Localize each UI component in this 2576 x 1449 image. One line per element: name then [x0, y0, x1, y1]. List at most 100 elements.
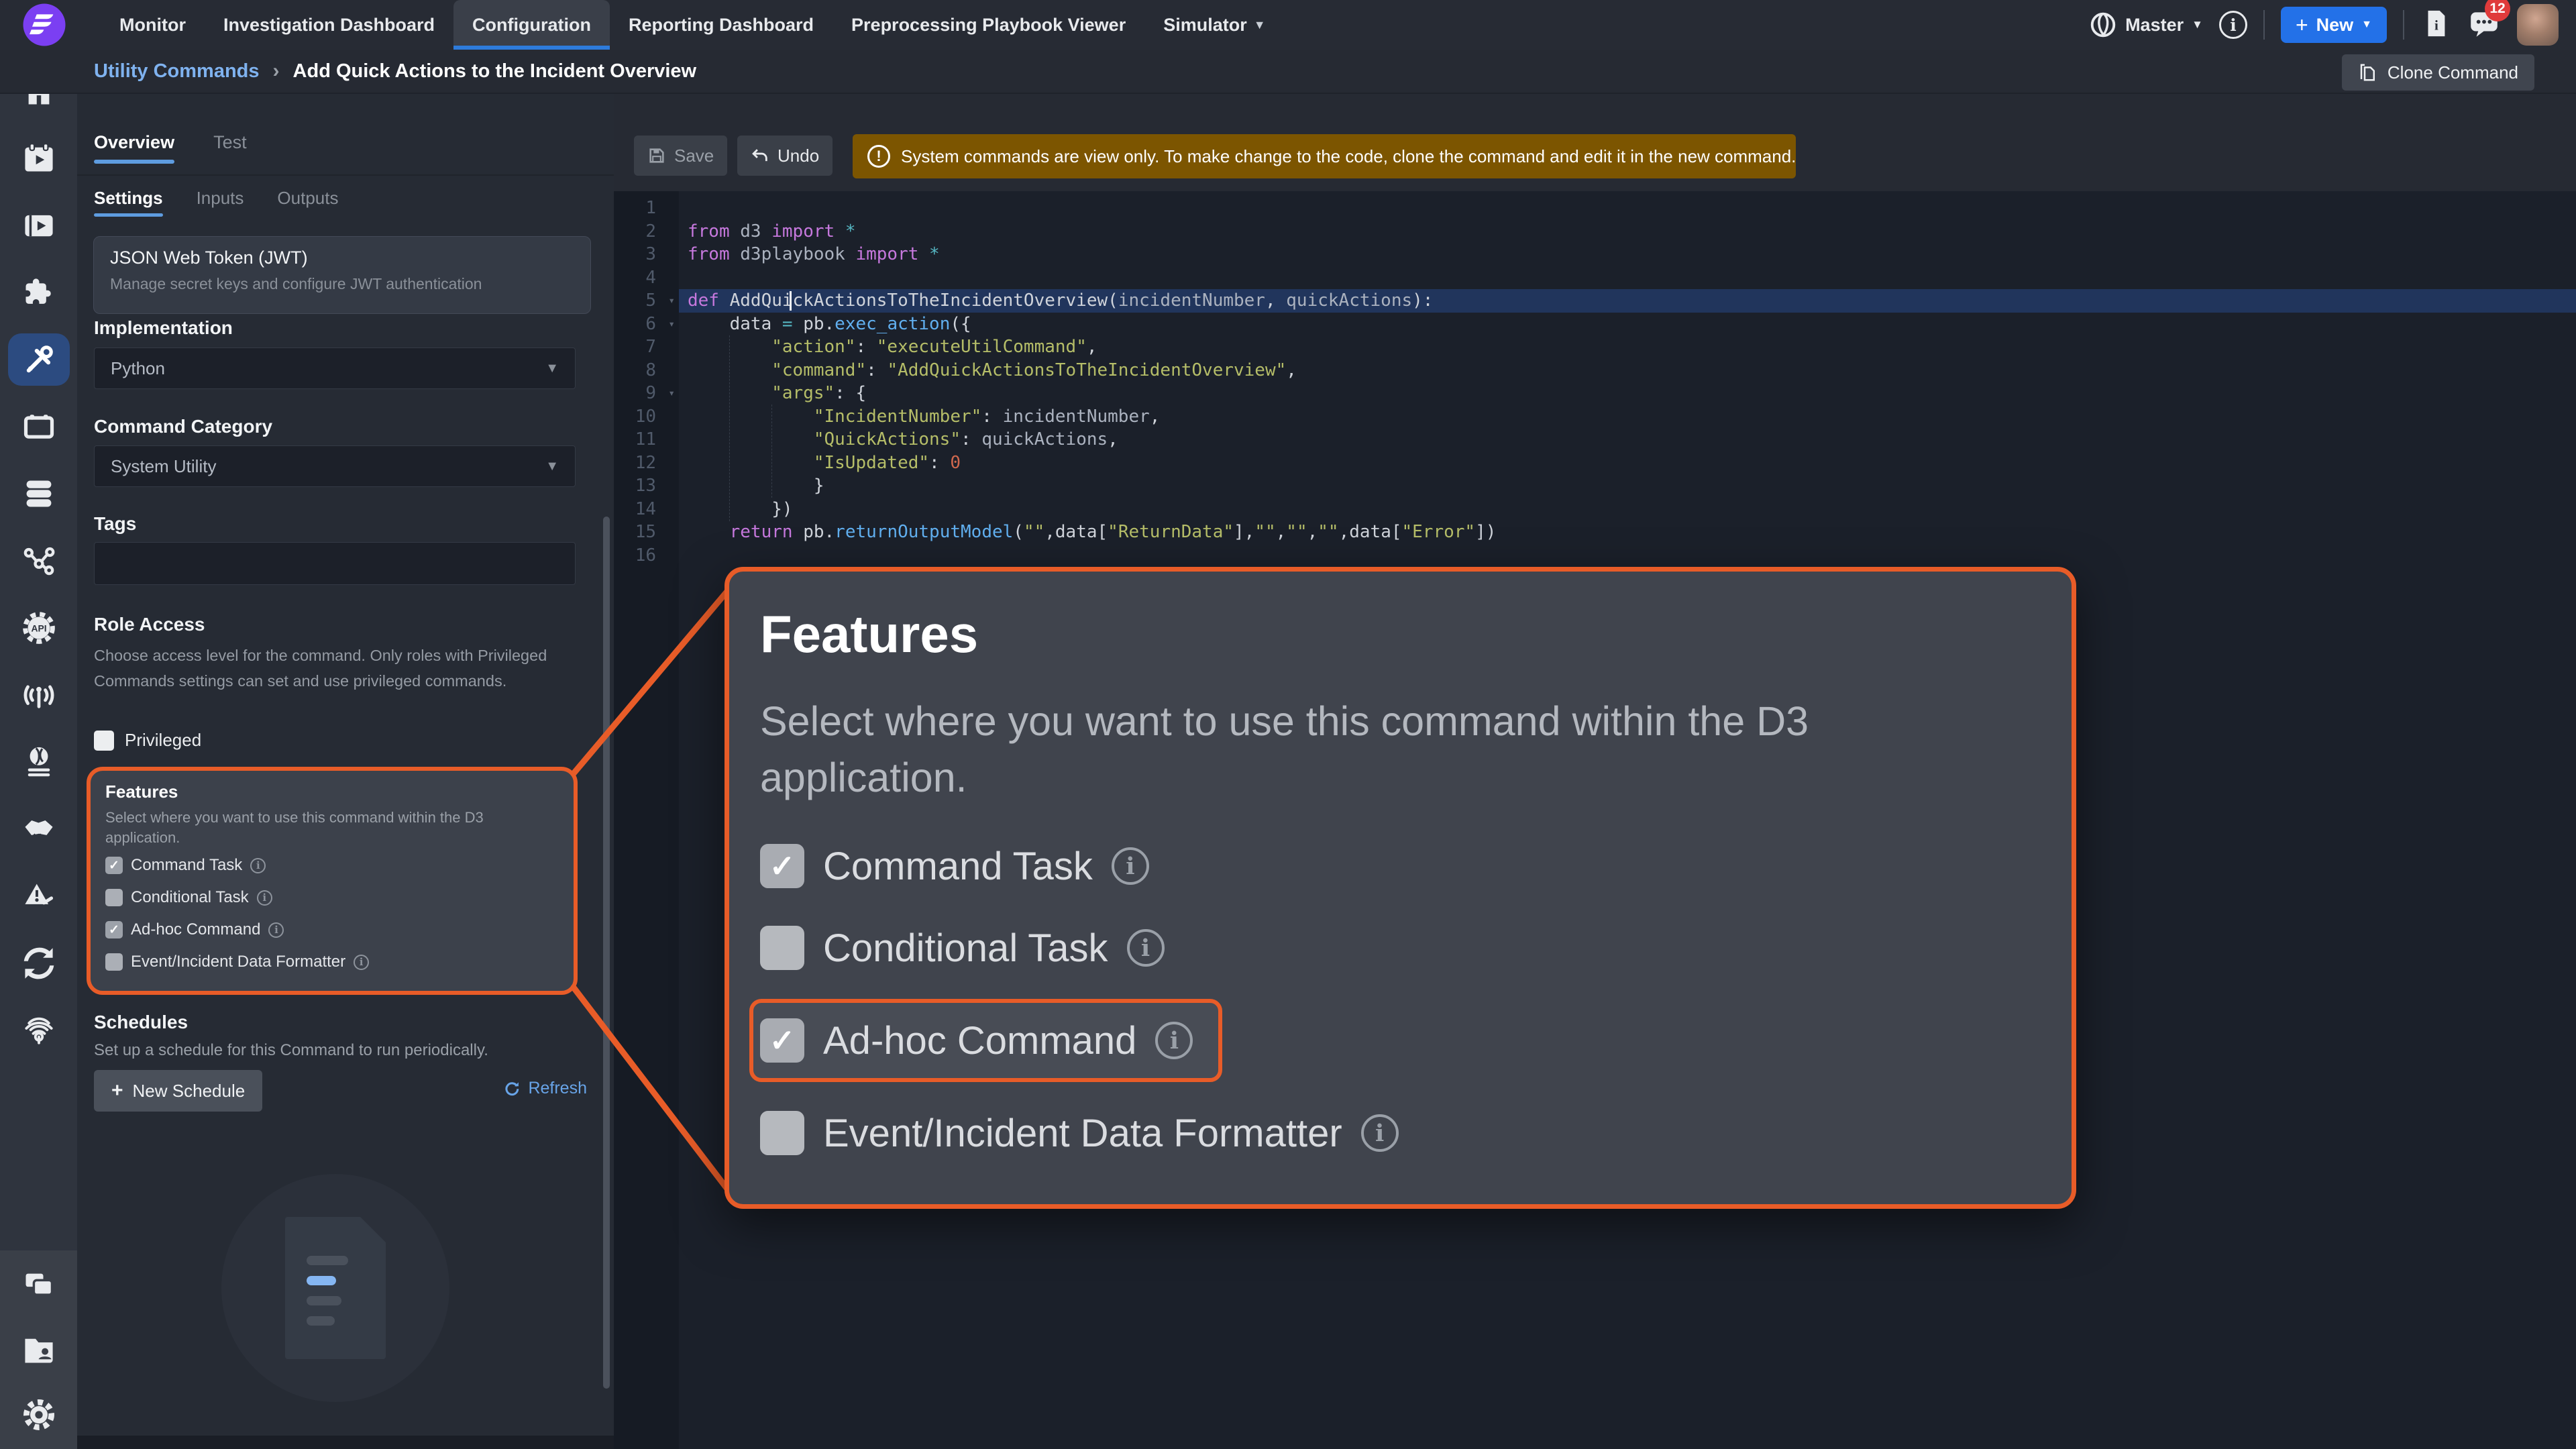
popup-row-conditional-task[interactable]: Conditional Task i — [760, 917, 2072, 979]
tab-settings[interactable]: Settings — [94, 188, 163, 213]
save-label: Save — [674, 146, 714, 166]
info-icon[interactable]: i — [1112, 847, 1149, 885]
info-icon[interactable]: i — [1155, 1022, 1193, 1059]
undo-button[interactable]: Undo — [737, 136, 833, 176]
save-button[interactable]: Save — [634, 136, 727, 176]
new-button[interactable]: + New ▼ — [2281, 7, 2387, 43]
jwt-card[interactable]: JSON Web Token (JWT) Manage secret keys … — [93, 236, 591, 314]
privileged-label: Privileged — [125, 730, 201, 751]
sidebar-item-api[interactable]: API — [0, 594, 77, 661]
tab-test[interactable]: Test — [213, 132, 247, 158]
jwt-card-subtitle: Manage secret keys and configure JWT aut… — [110, 275, 574, 293]
sidebar-item-sync[interactable] — [0, 930, 77, 997]
features-zoom-callout: Features Select where you want to use th… — [724, 567, 2076, 1209]
svg-text:i: i — [2434, 17, 2438, 33]
popup-features-description: Select where you want to use this comman… — [760, 693, 1981, 806]
implementation-label: Implementation — [94, 317, 233, 339]
sidebar-bottom-group — [0, 1250, 77, 1449]
calendar-play-icon — [21, 141, 56, 176]
info-icon[interactable]: i — [354, 955, 369, 970]
indent-guide — [771, 405, 772, 498]
feature-label: Conditional Task — [131, 888, 249, 907]
sidebar-item-integrations[interactable] — [0, 259, 77, 326]
panel-scrollbar[interactable] — [603, 517, 610, 1389]
breadcrumb-parent-link[interactable]: Utility Commands — [94, 60, 260, 83]
sidebar-item-forms[interactable] — [0, 393, 77, 460]
tab-outputs[interactable]: Outputs — [277, 188, 338, 213]
plus-icon: + — [111, 1079, 123, 1102]
sidebar-item-utility-commands[interactable] — [0, 326, 77, 393]
sidebar-item-geo[interactable] — [0, 729, 77, 796]
info-icon[interactable]: i — [250, 858, 266, 873]
privileged-checkbox-row[interactable]: Privileged — [94, 730, 201, 751]
tab-overview[interactable]: Overview — [94, 132, 174, 158]
tags-input[interactable] — [94, 542, 576, 585]
nav-item-investigation-dashboard[interactable]: Investigation Dashboard — [205, 0, 453, 50]
info-icon[interactable]: i — [2219, 11, 2247, 39]
sidebar-item-playbooks[interactable] — [0, 192, 77, 259]
empty-schedules-illustration — [221, 1174, 449, 1402]
sidebar-item-incident-rules[interactable] — [0, 863, 77, 930]
schedules-description: Set up a schedule for this Command to ru… — [94, 1041, 488, 1060]
popup-row-adhoc-command[interactable]: Ad-hoc Command i — [760, 1011, 1193, 1070]
popup-row-event-incident-data-formatter[interactable]: Event/Incident Data Formatter i — [760, 1102, 2072, 1164]
feature-row-adhoc-command[interactable]: Ad-hoc Command i — [105, 920, 559, 939]
popup-features-title: Features — [760, 604, 2072, 665]
tab-inputs[interactable]: Inputs — [197, 188, 244, 213]
panel-bottom-track — [77, 1436, 614, 1449]
avatar[interactable] — [2517, 4, 2559, 46]
sidebar-item-webhooks[interactable] — [0, 661, 77, 729]
features-title: Features — [105, 782, 559, 802]
implementation-select[interactable]: Python ▼ — [94, 347, 576, 389]
nav-item-monitor[interactable]: Monitor — [101, 0, 205, 50]
adhoc-command-checkbox[interactable] — [105, 921, 123, 938]
environment-selector[interactable]: Master ▼ — [2089, 11, 2203, 39]
command-category-select[interactable]: System Utility ▼ — [94, 445, 576, 487]
sidebar-item-windows[interactable] — [0, 1255, 77, 1316]
feature-row-event-incident-data-formatter[interactable]: Event/Incident Data Formatter i — [105, 953, 559, 971]
adhoc-command-checkbox[interactable] — [760, 1018, 804, 1063]
notification-count-badge: 12 — [2485, 0, 2510, 21]
command-task-checkbox[interactable] — [105, 857, 123, 874]
divider — [2403, 10, 2404, 40]
popup-row-command-task[interactable]: Command Task i — [760, 835, 2072, 897]
notifications-button[interactable]: 12 — [2467, 7, 2501, 44]
conditional-task-checkbox[interactable] — [105, 889, 123, 906]
info-icon[interactable]: i — [1127, 929, 1165, 967]
sidebar-item-scheduled-playbooks[interactable] — [0, 125, 77, 192]
new-schedule-button[interactable]: + New Schedule — [94, 1070, 262, 1112]
info-icon[interactable]: i — [257, 890, 272, 906]
info-icon[interactable]: i — [1361, 1114, 1399, 1152]
d3-logo-icon[interactable] — [20, 0, 70, 50]
breadcrumb: Utility Commands › Add Quick Actions to … — [94, 60, 696, 83]
event-incident-formatter-checkbox[interactable] — [760, 1111, 804, 1155]
sidebar-item-user-files[interactable] — [0, 1320, 77, 1380]
refresh-link[interactable]: Refresh — [502, 1079, 587, 1098]
release-notes-icon[interactable]: i — [2420, 8, 2451, 42]
new-button-label: New — [2316, 15, 2354, 36]
feature-row-conditional-task[interactable]: Conditional Task i — [105, 888, 559, 907]
role-access-title: Role Access — [94, 614, 205, 635]
document-icon — [285, 1217, 386, 1359]
command-task-checkbox[interactable] — [760, 844, 804, 888]
nav-item-reporting-dashboard[interactable]: Reporting Dashboard — [610, 0, 833, 50]
sidebar-item-partners[interactable] — [0, 796, 77, 863]
info-icon[interactable]: i — [268, 922, 284, 938]
feature-row-command-task[interactable]: Command Task i — [105, 856, 559, 875]
environment-label: Master — [2125, 15, 2184, 36]
sidebar-item-data-management[interactable] — [0, 460, 77, 527]
nav-item-configuration[interactable]: Configuration — [453, 0, 610, 50]
sidebar-item-identity[interactable] — [0, 997, 77, 1064]
nav-item-preprocessing-playbook-viewer[interactable]: Preprocessing Playbook Viewer — [833, 0, 1144, 50]
nav-item-simulator[interactable]: Simulator▼ — [1144, 0, 1284, 50]
privileged-checkbox[interactable] — [94, 731, 114, 751]
puzzle-icon — [21, 275, 56, 310]
clone-command-button[interactable]: Clone Command — [2342, 54, 2534, 91]
event-incident-formatter-checkbox[interactable] — [105, 953, 123, 971]
card-icon — [21, 409, 56, 444]
conditional-task-checkbox[interactable] — [760, 926, 804, 970]
refresh-icon — [502, 1079, 521, 1098]
sidebar-item-connections[interactable] — [0, 527, 77, 594]
sidebar-item-settings[interactable] — [0, 1385, 77, 1445]
warning-icon: ! — [867, 145, 890, 168]
